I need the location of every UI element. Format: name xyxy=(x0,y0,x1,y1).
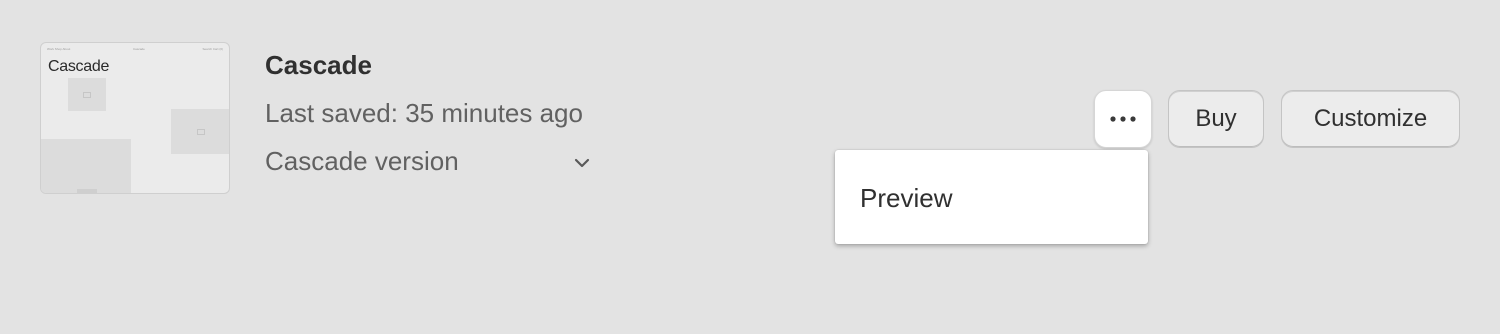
last-saved-text: Last saved: 35 minutes ago xyxy=(265,98,583,128)
image-placeholder-icon xyxy=(83,91,91,98)
more-actions-button[interactable] xyxy=(1094,90,1152,148)
thumbnail-nav: Work Shop About Cascade Search Cart (0) xyxy=(47,47,223,51)
thumbnail-image-block xyxy=(77,189,97,193)
more-horizontal-icon xyxy=(1110,116,1136,122)
menu-item-label: Preview xyxy=(860,183,953,213)
version-dropdown[interactable]: Cascade version xyxy=(265,146,605,180)
thumbnail-title: Cascade xyxy=(48,58,110,75)
image-placeholder-icon xyxy=(197,128,205,135)
version-label: Cascade version xyxy=(265,146,459,176)
buy-button[interactable]: Buy xyxy=(1168,90,1264,148)
chevron-down-icon xyxy=(574,158,590,168)
thumbnail-image-block xyxy=(171,109,229,154)
customize-button[interactable]: Customize xyxy=(1281,90,1460,148)
thumbnail-image-block xyxy=(141,193,191,194)
thumbnail-nav-center: Cascade xyxy=(133,47,145,51)
thumbnail-image-block xyxy=(41,139,131,193)
thumbnail-nav-right: Search Cart (0) xyxy=(202,47,223,51)
theme-thumbnail[interactable]: Work Shop About Cascade Search Cart (0) … xyxy=(40,42,230,194)
thumbnail-nav-left: Work Shop About xyxy=(47,47,71,51)
actions-menu: Preview xyxy=(835,150,1148,244)
theme-name: Cascade xyxy=(265,50,372,80)
menu-item-preview[interactable]: Preview xyxy=(835,172,1148,222)
thumbnail-image-block xyxy=(68,78,106,111)
